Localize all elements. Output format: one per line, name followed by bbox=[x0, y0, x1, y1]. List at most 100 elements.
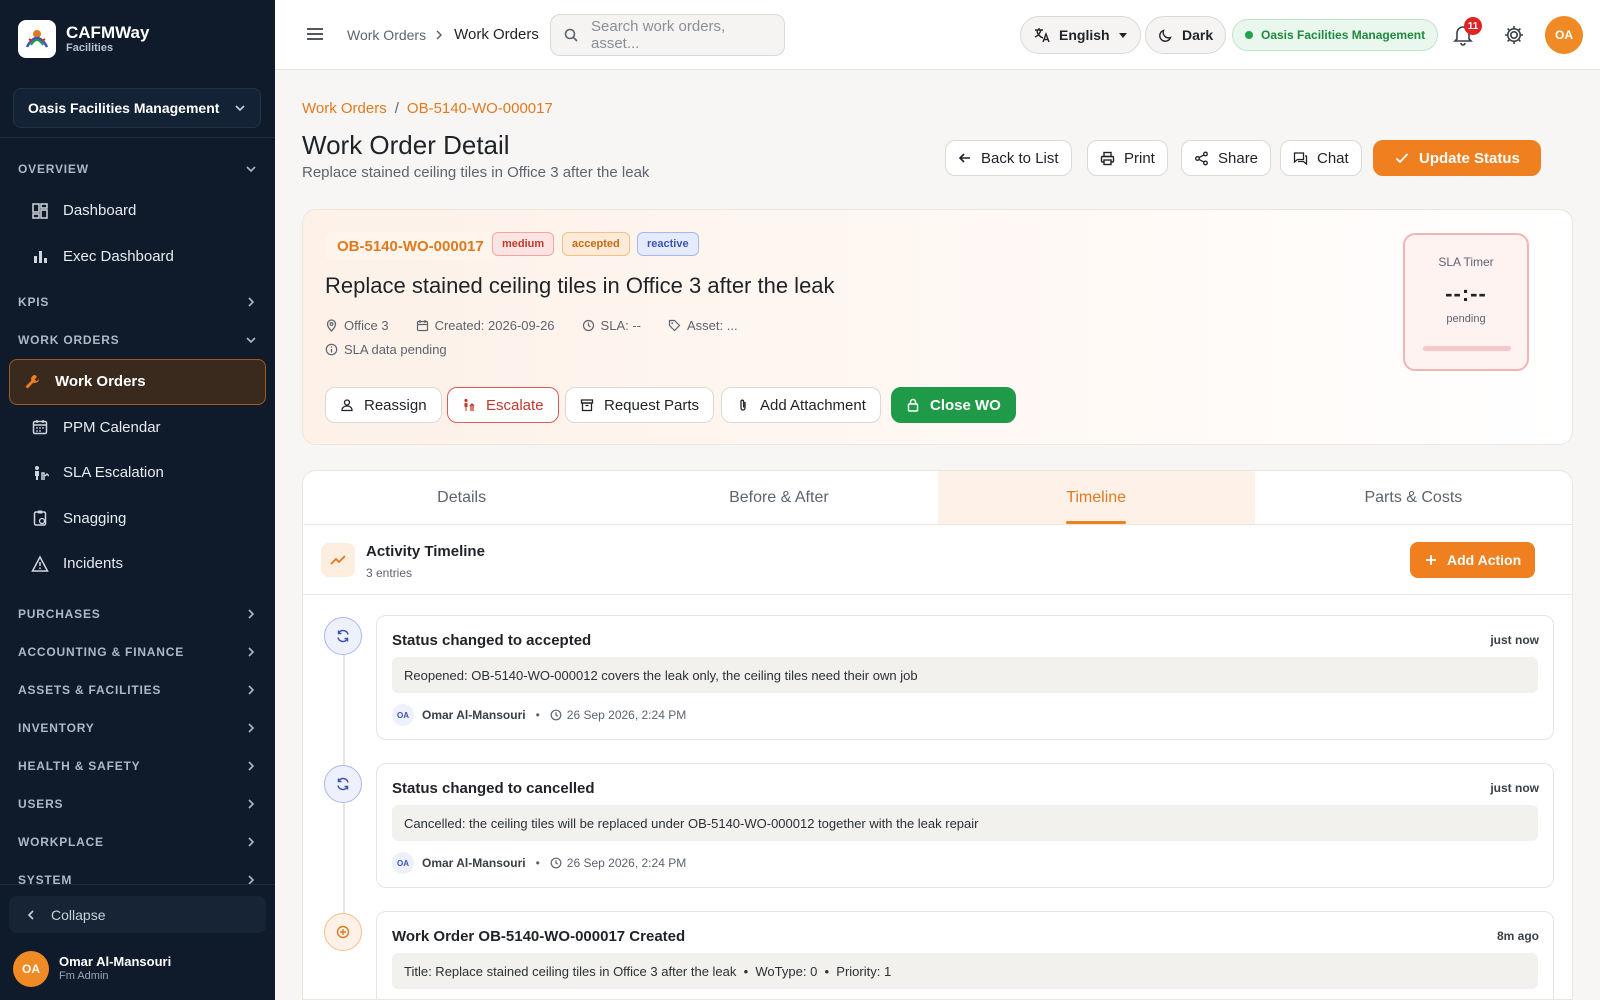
tab-parts-costs[interactable]: Parts & Costs bbox=[1255, 471, 1572, 524]
print-button[interactable]: Print bbox=[1087, 140, 1168, 176]
breadcrumb-parent[interactable]: Work Orders bbox=[347, 27, 426, 43]
section-system[interactable]: SYSTEM bbox=[0, 861, 275, 899]
section-overview[interactable]: OVERVIEW bbox=[0, 150, 275, 188]
escalation-icon bbox=[462, 398, 476, 412]
paperclip-icon bbox=[736, 398, 750, 412]
info-icon bbox=[325, 343, 338, 356]
topbar: Work Orders Work Orders Search work orde… bbox=[275, 0, 1600, 70]
section-users[interactable]: USERS bbox=[0, 785, 275, 823]
sla-note: SLA data pending bbox=[325, 342, 447, 357]
search-placeholder: Search work orders, asset... bbox=[591, 18, 726, 52]
sidebar-user[interactable]: OA Omar Al-Mansouri Fm Admin bbox=[13, 951, 171, 987]
sidebar-item-label: Exec Dashboard bbox=[63, 247, 174, 265]
meta-text: SLA: -- bbox=[600, 318, 642, 333]
sla-timer-state: pending bbox=[1446, 313, 1486, 325]
page-breadcrumb: Work Orders / OB-5140-WO-000017 bbox=[302, 100, 553, 117]
sidebar-item-incidents[interactable]: Incidents bbox=[9, 541, 266, 587]
chevron-down-icon bbox=[246, 337, 256, 344]
breadcrumb-current: Work Orders bbox=[454, 26, 539, 43]
button-label: Reassign bbox=[364, 396, 427, 414]
search-icon bbox=[563, 27, 579, 43]
user-icon bbox=[340, 398, 354, 412]
sidebar-item-sla-escalation[interactable]: SLA Escalation bbox=[9, 450, 266, 496]
org-status-badge[interactable]: Oasis Facilities Management bbox=[1232, 19, 1439, 51]
chat-button[interactable]: Chat bbox=[1280, 140, 1362, 176]
share-icon bbox=[1194, 151, 1209, 166]
collapse-label: Collapse bbox=[51, 906, 106, 923]
request-parts-button[interactable]: Request Parts bbox=[565, 387, 715, 423]
gear-icon[interactable] bbox=[1503, 24, 1525, 46]
sidebar-item-dashboard[interactable]: Dashboard bbox=[9, 188, 266, 234]
chevron-right-icon bbox=[248, 722, 255, 733]
tab-timeline[interactable]: Timeline bbox=[937, 471, 1255, 524]
clipboard-icon bbox=[31, 509, 51, 527]
clock-icon bbox=[550, 857, 562, 869]
sidebar-item-work-orders[interactable]: Work Orders bbox=[9, 359, 266, 405]
add-action-button[interactable]: Add Action bbox=[1410, 542, 1536, 578]
sidebar-item-label: Incidents bbox=[63, 555, 124, 573]
add-attachment-button[interactable]: Add Attachment bbox=[721, 387, 881, 423]
sidebar-item-label: Work Orders bbox=[55, 373, 146, 391]
avatar: OA bbox=[13, 951, 49, 987]
sidebar-item-snagging[interactable]: Snagging bbox=[9, 496, 266, 542]
section-label: KPIS bbox=[18, 295, 50, 309]
sidebar-item-ppm-calendar[interactable]: PPM Calendar bbox=[9, 405, 266, 451]
wo-sla: SLA: -- bbox=[582, 318, 641, 333]
chevron-right-icon bbox=[248, 297, 255, 307]
reassign-button[interactable]: Reassign bbox=[325, 387, 442, 423]
breadcrumb-separator: / bbox=[394, 100, 399, 117]
section-inventory[interactable]: INVENTORY bbox=[0, 709, 275, 747]
section-workplace[interactable]: WORKPLACE bbox=[0, 823, 275, 861]
warning-icon bbox=[31, 555, 51, 573]
section-health-safety[interactable]: HEALTH & SAFETY bbox=[0, 747, 275, 785]
section-purchases[interactable]: PURCHASES bbox=[0, 595, 275, 633]
section-assets[interactable]: ASSETS & FACILITIES bbox=[0, 671, 275, 709]
update-status-button[interactable]: Update Status bbox=[1373, 140, 1541, 176]
tab-details[interactable]: Details bbox=[303, 471, 620, 524]
main-content: Work Orders / OB-5140-WO-000017 Work Ord… bbox=[275, 70, 1600, 1000]
entry-title: Status changed to cancelled bbox=[392, 780, 595, 797]
language-select[interactable]: English bbox=[1020, 16, 1141, 54]
section-accounting[interactable]: ACCOUNTING & FINANCE bbox=[0, 633, 275, 671]
breadcrumb-work-orders[interactable]: Work Orders bbox=[302, 100, 387, 117]
app-subtitle: Facilities bbox=[66, 42, 114, 55]
close-wo-button[interactable]: Close WO bbox=[891, 387, 1016, 423]
location-pin-icon bbox=[325, 319, 338, 332]
chevron-right-icon bbox=[248, 760, 255, 771]
menu-icon[interactable] bbox=[305, 24, 325, 44]
wo-title: Replace stained ceiling tiles in Office … bbox=[325, 273, 835, 298]
entry-note: Reopened: OB-5140-WO-000012 covers the l… bbox=[392, 657, 1538, 693]
tab-before-after[interactable]: Before & After bbox=[620, 471, 937, 524]
search-input[interactable]: Search work orders, asset... bbox=[550, 14, 785, 56]
language-label: English bbox=[1059, 27, 1110, 43]
sidebar-item-exec-dashboard[interactable]: Exec Dashboard bbox=[9, 234, 266, 280]
wrench-icon bbox=[23, 373, 43, 391]
entry-author: Omar Al-Mansouri bbox=[422, 708, 526, 722]
share-button[interactable]: Share bbox=[1181, 140, 1272, 176]
status-badge: accepted bbox=[562, 232, 630, 256]
chevron-right-icon bbox=[248, 798, 255, 809]
button-label: Escalate bbox=[486, 396, 544, 414]
button-label: Chat bbox=[1317, 149, 1349, 167]
avatar: OA bbox=[392, 704, 414, 726]
chat-icon bbox=[1293, 151, 1308, 166]
collapse-button[interactable]: Collapse bbox=[9, 896, 266, 933]
escalate-button[interactable]: Escalate bbox=[447, 387, 559, 423]
clock-icon bbox=[550, 709, 562, 721]
activity-timeline-header: Activity Timeline 3 entries Add Action bbox=[303, 525, 1572, 595]
divider bbox=[0, 137, 275, 138]
section-kpis[interactable]: KPIS bbox=[0, 283, 275, 321]
app-logo[interactable]: CAFMWay Facilities bbox=[18, 20, 149, 58]
lock-icon bbox=[906, 398, 920, 412]
section-work-orders[interactable]: WORK ORDERS bbox=[0, 321, 275, 359]
avatar[interactable]: OA bbox=[1545, 16, 1583, 54]
refresh-icon bbox=[324, 765, 362, 803]
back-to-list-button[interactable]: Back to List bbox=[945, 140, 1072, 176]
entry-meta: OA Omar Al-Mansouri • 26 Sep 2026, 2:24 … bbox=[392, 852, 686, 874]
breadcrumb-wo-id[interactable]: OB-5140-WO-000017 bbox=[407, 100, 553, 117]
theme-toggle[interactable]: Dark bbox=[1145, 16, 1227, 54]
entry-time: 8m ago bbox=[1496, 929, 1539, 943]
org-selector[interactable]: Oasis Facilities Management bbox=[13, 88, 261, 128]
plus-icon bbox=[1424, 553, 1438, 567]
timeline-entry: Status changed to accepted just now Reop… bbox=[376, 615, 1554, 740]
